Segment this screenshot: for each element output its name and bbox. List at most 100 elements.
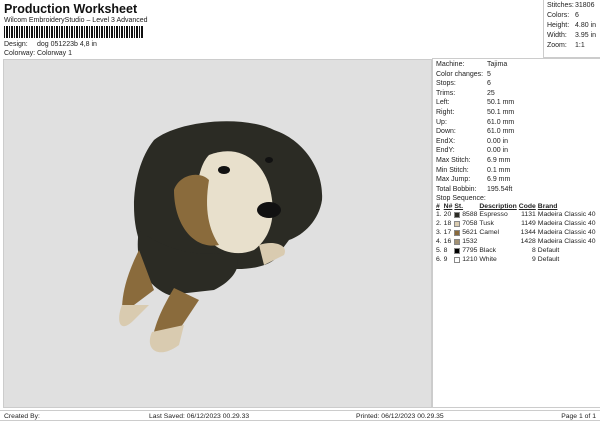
stat-label: Height: [547,22,570,29]
stop-number: 5. [436,247,442,255]
colorway-label: Colorway: [4,50,36,57]
stat-row: Max Jump: 6.9 mm [436,176,597,186]
page-number: Page 1 of 1 [561,413,596,420]
column-header: Description [479,203,517,211]
stat-row: EndX: 0.00 in [436,138,597,148]
stat-value: 4.80 in [575,22,597,29]
page-title: Production Worksheet [4,2,138,16]
stat-label: Machine: [436,61,465,68]
stat-row: Zoom: 1:1 [547,42,597,52]
stat-row: Max Stitch: 6.9 mm [436,157,597,167]
needle: 18 [443,220,452,228]
printed-date: Printed: 06/12/2023 00.29.35 [356,413,444,420]
code: 9 [532,256,536,264]
stop-number: 6. [436,256,442,264]
stat-label: Stops: [436,80,456,88]
code: 1131 [521,211,536,219]
stat-value: 1:1 [575,42,585,49]
stat-row: Machine: Tajima [436,61,597,71]
brand: Default [537,256,560,264]
stop-number: 2. [436,220,442,228]
stat-row: Width: 3.95 in [547,32,597,42]
stat-label: Up: [436,118,447,126]
stat-row: EndY: 0.00 in [436,147,597,157]
stitches: 7795 [462,247,478,255]
stat-value: Tajima [487,61,508,68]
colorway-row: Colorway: Colorway 1 [4,50,72,57]
stitches: 8588 [462,211,478,219]
stop-number: 4. [436,238,442,246]
code: 1149 [521,220,536,228]
stat-row: Min Stitch: 0.1 mm [436,167,597,177]
stat-label: Zoom: [547,42,567,49]
stat-label: Total Bobbin: [436,185,477,193]
column-header: Code [518,203,536,211]
brand: Madeira Classic 40 [537,211,596,219]
stop-sequence-table: # N# St. Description Code Brand 1. 20 8588 Espre… [436,203,598,264]
stat-label: Max Jump: [436,176,471,184]
code: 8 [532,247,536,255]
stat-label: EndX: [436,137,456,145]
stat-row: Trims: 25 [436,90,597,100]
stitch-cell: 1532 [454,237,479,246]
stat-row: Stitches: 31806 [547,2,597,12]
colorway-value: Colorway 1 [37,50,73,57]
brand: Madeira Classic 40 [537,229,596,237]
stat-label: Color changes: [436,70,484,78]
footer: Created By: Last Saved: 06/12/2023 00.29… [0,410,600,421]
stat-value: 25 [487,89,495,97]
color-swatch [454,256,461,263]
color-swatch [454,247,461,254]
stat-value: 50.1 mm [487,99,515,107]
stat-value: 31806 [575,2,595,9]
stitches: 5621 [462,229,478,237]
info-panel: Machine: Tajima Color changes: 5 Stops: 6 Trim… [432,58,600,408]
stats-box: Stitches: 31806 Colors: 6 Height: 4.80 in Widt… [543,0,600,58]
stitch-cell: 1210 [454,255,479,264]
stat-row: Down: 61.0 mm [436,128,597,138]
brand: Madeira Classic 40 [537,238,596,246]
stop-number: 3. [436,229,442,237]
stat-value: 6 [575,12,579,19]
color-swatch [454,229,461,236]
stat-value: 5 [487,70,491,78]
design-label: Design: [4,41,28,48]
stat-label: Colors: [547,12,570,19]
last-saved: Last Saved: 06/12/2023 00.29.33 [149,413,250,420]
stat-value: 3.95 in [575,32,597,39]
description: Black [479,247,497,255]
stat-value: 195.54ft [487,185,513,193]
column-header: St. [454,203,464,211]
stat-label: Min Stitch: [436,166,469,174]
description: Espresso [479,211,508,219]
stat-value: 61.0 mm [487,118,515,126]
column-header: # [436,203,440,211]
stat-row: Color changes: 5 [436,71,597,81]
stat-value: 0.00 in [487,137,509,145]
stat-label: Right: [436,108,455,116]
stop-sequence-title: Stop Sequence: [436,195,486,203]
stat-label: Width: [547,32,567,39]
code: 1344 [520,229,536,237]
stat-value: 6.9 mm [487,156,511,164]
stat-label: Trims: [436,89,456,97]
stop-number: 1. [436,211,442,219]
description [479,237,518,246]
column-header: Brand [537,203,558,211]
color-swatch [454,220,461,227]
stat-value: 6.9 mm [487,176,511,184]
brand: Madeira Classic 40 [537,220,596,228]
color-swatch [454,238,461,245]
brand: Default [537,247,560,255]
design-row: Design: dog 051223b 4,8 in [4,41,97,48]
stat-row: Right: 50.1 mm [436,109,597,119]
stat-label: Down: [436,128,456,136]
stat-value: 61.0 mm [487,128,515,136]
software-name: Wilcom EmbroideryStudio – Level 3 Advanc… [4,17,148,24]
column-header: N# [443,203,453,211]
stat-row: Colors: 6 [547,12,597,22]
description: Tusk [479,220,494,228]
stat-label: Stitches: [547,2,574,9]
color-swatch [454,211,461,218]
created-by: Created By: [4,413,40,420]
